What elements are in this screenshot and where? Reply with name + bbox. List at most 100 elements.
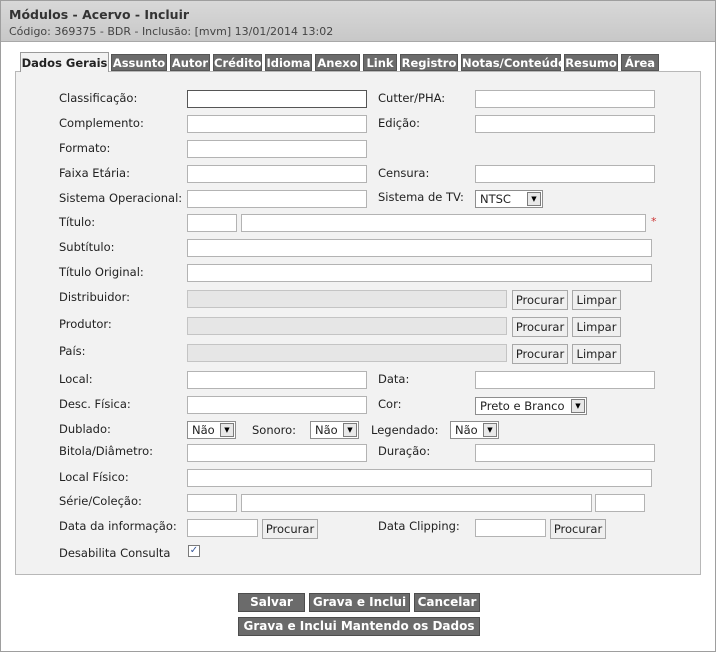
form-panel: Classificação: Cutter/PHA: Complemento: … [15,71,701,575]
chevron-down-icon: ▼ [571,399,585,413]
data-informacao-input[interactable] [187,519,258,537]
faixa-etaria-input[interactable] [187,165,367,183]
label-serie: Série/Coleção: [59,494,142,508]
distribuidor-input [187,290,507,308]
label-sistema-tv: Sistema de TV: [378,190,464,204]
checkmark-icon: ✓ [189,545,199,556]
label-complemento: Complemento: [59,116,144,130]
tab-assunto[interactable]: Assunto [111,54,167,71]
tab-area[interactable]: Área [621,54,659,71]
cor-select[interactable]: Preto e Branco ▼ [475,397,587,415]
edicao-input[interactable] [475,115,655,133]
label-produtor: Produtor: [59,317,112,331]
dublado-value: Não [192,423,215,437]
sonoro-select[interactable]: Não ▼ [310,421,359,439]
label-desabilita-consulta: Desabilita Consulta [59,546,171,560]
cor-value: Preto e Branco [480,399,565,413]
tab-anexo[interactable]: Anexo [315,54,360,71]
legendado-select[interactable]: Não ▼ [450,421,499,439]
label-desc-fisica: Desc. Física: [59,397,131,411]
label-pais: País: [59,344,86,358]
formato-input[interactable] [187,140,367,158]
label-dublado: Dublado: [59,422,111,436]
sistema-tv-value: NTSC [480,192,511,206]
censura-input[interactable] [475,165,655,183]
chevron-down-icon: ▼ [527,192,541,206]
label-sistema-operacional: Sistema Operacional: [59,191,183,205]
pais-procurar-button[interactable]: Procurar [512,344,568,364]
data-informacao-procurar-button[interactable]: Procurar [262,519,318,539]
tab-idioma[interactable]: Idioma [265,54,312,71]
desabilita-consulta-checkbox[interactable]: ✓ [188,545,200,557]
produtor-limpar-button[interactable]: Limpar [572,317,621,337]
chevron-down-icon: ▼ [220,423,234,437]
dublado-select[interactable]: Não ▼ [187,421,236,439]
label-legendado: Legendado: [371,423,439,437]
tab-link[interactable]: Link [363,54,397,71]
produtor-procurar-button[interactable]: Procurar [512,317,568,337]
label-sonoro: Sonoro: [252,423,297,437]
label-edicao: Edição: [378,116,421,130]
data-clipping-procurar-button[interactable]: Procurar [550,519,606,539]
tab-autor[interactable]: Autor [170,54,210,71]
label-censura: Censura: [378,166,430,180]
grava-inclui-button[interactable]: Grava e Inclui [309,593,410,612]
chevron-down-icon: ▼ [343,423,357,437]
sonoro-value: Não [315,423,338,437]
titulo-prefix-input[interactable] [187,214,237,232]
page-title: Módulos - Acervo - Incluir [9,7,190,22]
window: Módulos - Acervo - Incluir Código: 36937… [0,0,716,652]
label-classificacao: Classificação: [59,91,138,105]
distribuidor-limpar-button[interactable]: Limpar [572,290,621,310]
tab-notas-conteudo[interactable]: Notas/Conteúdo [461,54,566,71]
label-local-fisico: Local Físico: [59,470,129,484]
label-titulo-original: Título Original: [59,265,144,279]
serie-number-input[interactable] [595,494,645,512]
serie-prefix-input[interactable] [187,494,237,512]
tab-credito[interactable]: Crédito [213,54,262,71]
label-data-informacao: Data da informação: [59,519,177,533]
classificacao-input[interactable] [187,90,367,108]
data-clipping-input[interactable] [475,519,546,537]
tab-registro[interactable]: Registro [400,54,458,71]
label-subtitulo: Subtítulo: [59,240,115,254]
sistema-tv-select[interactable]: NTSC ▼ [475,190,543,208]
desc-fisica-input[interactable] [187,396,367,414]
label-faixa-etaria: Faixa Etária: [59,166,130,180]
tab-dados-gerais[interactable]: Dados Gerais [20,52,109,72]
salvar-button[interactable]: Salvar [238,593,305,612]
grava-inclui-mantendo-button[interactable]: Grava e Inclui Mantendo os Dados [238,617,480,636]
label-local: Local: [59,372,93,386]
pais-limpar-button[interactable]: Limpar [572,344,621,364]
label-data-clipping: Data Clipping: [378,519,460,533]
label-bitola: Bitola/Diâmetro: [59,444,154,458]
bitola-input[interactable] [187,444,367,462]
duracao-input[interactable] [475,444,655,462]
legendado-value: Não [455,423,478,437]
label-cutter: Cutter/PHA: [378,91,446,105]
subtitulo-input[interactable] [187,239,652,257]
label-data: Data: [378,372,410,386]
local-input[interactable] [187,371,367,389]
label-titulo: Título: [59,215,96,229]
data-input[interactable] [475,371,655,389]
local-fisico-input[interactable] [187,469,652,487]
tab-resumo[interactable]: Resumo [564,54,618,71]
cancelar-button[interactable]: Cancelar [414,593,480,612]
label-duracao: Duração: [378,444,431,458]
chevron-down-icon: ▼ [483,423,497,437]
label-distribuidor: Distribuidor: [59,290,130,304]
sistema-operacional-input[interactable] [187,190,367,208]
distribuidor-procurar-button[interactable]: Procurar [512,290,568,310]
complemento-input[interactable] [187,115,367,133]
record-info: Código: 369375 - BDR - Inclusão: [mvm] 1… [9,25,334,38]
pais-input [187,344,507,362]
required-mark: * [651,215,657,228]
titulo-original-input[interactable] [187,264,652,282]
label-formato: Formato: [59,141,111,155]
produtor-input [187,317,507,335]
titulo-input[interactable] [241,214,646,232]
title-bar: Módulos - Acervo - Incluir Código: 36937… [1,1,715,42]
serie-input[interactable] [241,494,592,512]
cutter-input[interactable] [475,90,655,108]
